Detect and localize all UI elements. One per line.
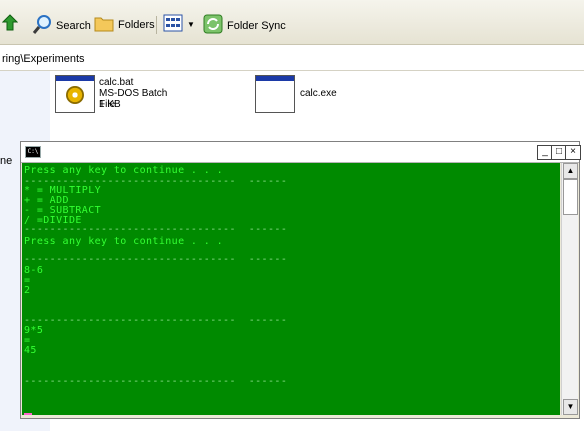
- toolbar-divider: [156, 16, 157, 34]
- console-divider: --------------------------------- ------: [24, 315, 288, 326]
- search-icon: [32, 14, 52, 37]
- search-label: Search: [56, 19, 91, 32]
- file-size: 1 KB: [99, 99, 121, 110]
- command-prompt-icon: C:\: [25, 146, 41, 158]
- console-output[interactable]: Press any key to continue . . . --------…: [22, 163, 560, 415]
- file-name: calc.exe: [300, 88, 337, 99]
- console-line: 45: [24, 345, 37, 356]
- scroll-up-arrow-icon[interactable]: ▲: [563, 163, 578, 179]
- views-grid-icon: [163, 14, 183, 35]
- folder-sync-label: Folder Sync: [227, 19, 286, 32]
- console-line: Press any key to continue . . .: [24, 165, 224, 176]
- folder-icon: [94, 14, 114, 35]
- console-divider: --------------------------------- ------: [24, 254, 288, 265]
- file-calc-bat[interactable]: calc.bat MS-DOS Batch File 1 KB: [55, 75, 180, 115]
- scrollbar-thumb[interactable]: [563, 179, 578, 215]
- close-button[interactable]: ×: [565, 145, 581, 160]
- console-titlebar[interactable]: C:\ _ □ ×: [21, 142, 581, 163]
- console-scrollbar[interactable]: ▲ ▼: [561, 163, 578, 415]
- views-button[interactable]: ▼: [163, 14, 195, 35]
- scroll-down-arrow-icon[interactable]: ▼: [563, 399, 578, 415]
- explorer-toolbar: Search Folders ▼ Folder Sync: [0, 0, 584, 45]
- console-divider: --------------------------------- ------: [24, 224, 288, 235]
- console-window[interactable]: C:\ _ □ × Press any key to continue . . …: [20, 141, 581, 419]
- chevron-down-icon[interactable]: ▼: [187, 20, 195, 29]
- exe-file-icon: [255, 75, 295, 113]
- address-bar[interactable]: ring\Experiments: [0, 48, 584, 71]
- folders-button[interactable]: Folders: [94, 14, 155, 35]
- sync-icon: [203, 14, 223, 37]
- folder-sync-button[interactable]: Folder Sync: [203, 14, 286, 37]
- batch-file-icon: [55, 75, 95, 113]
- up-folder-button[interactable]: [1, 14, 22, 35]
- folders-label: Folders: [118, 18, 155, 31]
- console-divider: --------------------------------- ------: [24, 376, 288, 387]
- file-calc-exe[interactable]: calc.exe: [255, 75, 365, 115]
- up-arrow-icon: [1, 14, 19, 35]
- file-name: calc.bat: [99, 77, 134, 88]
- address-path: ring\Experiments: [2, 53, 85, 65]
- search-button[interactable]: Search: [32, 14, 91, 37]
- console-line: Press any key to continue . . .: [24, 236, 224, 247]
- text-cursor: [24, 413, 32, 415]
- console-line: 2: [24, 285, 31, 296]
- left-pane-text: ne: [0, 155, 13, 167]
